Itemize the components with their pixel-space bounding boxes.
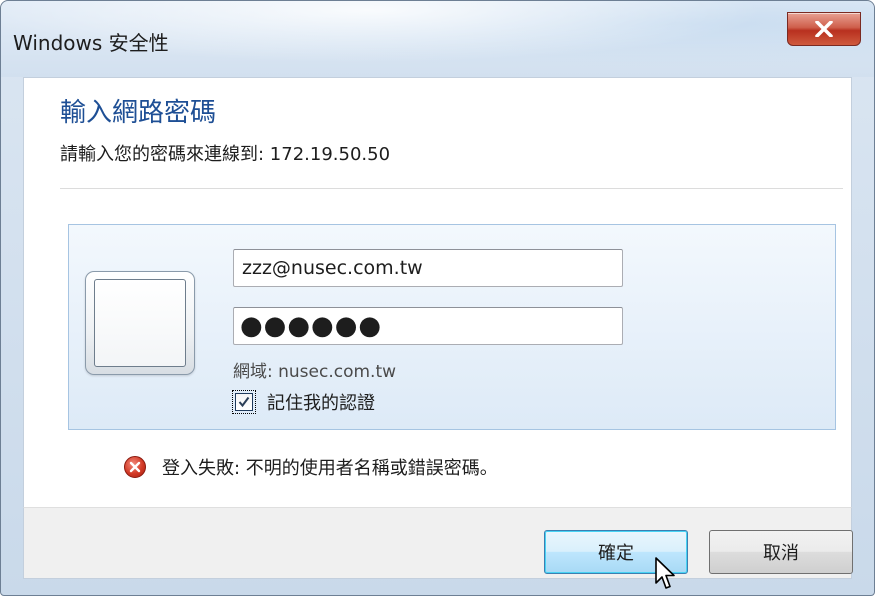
dialog-content: 輸入網路密碼 請輸入您的密碼來連線到: 172.19.50.50 zzz@nus… xyxy=(23,77,852,507)
close-icon xyxy=(815,21,833,37)
error-message: 登入失敗: 不明的使用者名稱或錯誤密碼。 xyxy=(124,454,498,480)
user-tile-frame xyxy=(94,279,186,367)
dialog-heading: 輸入網路密碼 xyxy=(60,98,217,128)
user-tile-icon xyxy=(85,271,195,375)
username-field[interactable]: zzz@nusec.com.tw xyxy=(233,249,623,287)
checkmark-icon xyxy=(238,396,250,408)
credential-panel[interactable]: zzz@nusec.com.tw ●●●●●● 網域: nusec.com.tw… xyxy=(68,224,836,430)
error-icon xyxy=(124,456,146,478)
password-field[interactable]: ●●●●●● xyxy=(233,307,623,345)
security-dialog: Windows 安全性 輸入網路密碼 請輸入您的密碼來連線到: 172.19.5… xyxy=(0,0,875,596)
cancel-button[interactable]: 取消 xyxy=(709,530,853,574)
mouse-pointer-icon xyxy=(655,557,675,589)
remember-checkbox[interactable] xyxy=(232,390,256,414)
dialog-subtitle: 請輸入您的密碼來連線到: 172.19.50.50 xyxy=(60,144,391,165)
button-bar: 確定 取消 xyxy=(23,507,853,579)
window-title: Windows 安全性 xyxy=(13,31,169,55)
remember-credentials[interactable]: 記住我的認證 xyxy=(232,389,375,415)
error-text: 登入失敗: 不明的使用者名稱或錯誤密碼。 xyxy=(162,458,498,479)
close-button[interactable] xyxy=(787,12,861,46)
separator xyxy=(60,188,843,189)
remember-label: 記住我的認證 xyxy=(267,393,375,414)
title-bar[interactable]: Windows 安全性 xyxy=(1,1,874,77)
domain-label: 網域: nusec.com.tw xyxy=(233,362,397,382)
